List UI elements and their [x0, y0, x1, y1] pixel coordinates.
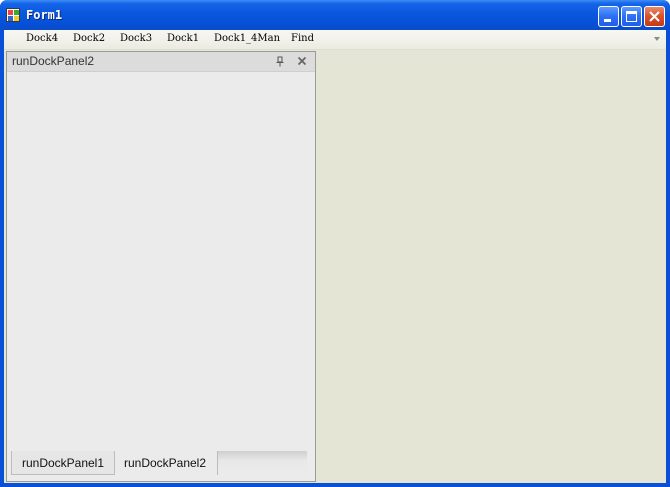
dock-panel-title: runDockPanel2	[12, 54, 95, 68]
client-area: Dock4 Dock2 Dock3 Dock1 Dock1_4Man Find …	[4, 30, 666, 483]
menu-bar: Dock4 Dock2 Dock3 Dock1 Dock1_4Man Find	[4, 30, 666, 50]
menu-overflow-icon[interactable]	[654, 37, 660, 41]
maximize-icon	[626, 11, 637, 22]
main-window: Form1 Dock4 Dock2 Dock3 Dock1 Dock1_4Man…	[0, 0, 670, 487]
tab-rundockpanel1[interactable]: runDockPanel1	[11, 451, 115, 475]
window-title: Form1	[26, 8, 63, 22]
minimize-icon	[604, 19, 611, 22]
dock-tab-strip: runDockPanel1 runDockPanel2	[7, 450, 315, 481]
tab-strip-filler	[217, 451, 307, 475]
dock-panel-header[interactable]: runDockPanel2	[7, 52, 315, 72]
pin-icon[interactable]	[275, 56, 285, 67]
menu-item-dock1[interactable]: Dock1	[167, 33, 199, 44]
tab-rundockpanel2[interactable]: runDockPanel2	[115, 451, 215, 475]
minimize-button[interactable]	[598, 6, 619, 27]
maximize-button[interactable]	[621, 6, 642, 27]
menu-item-dock3[interactable]: Dock3	[120, 33, 152, 44]
close-button[interactable]	[644, 6, 665, 27]
menu-item-dock2[interactable]: Dock2	[73, 33, 105, 44]
menu-item-find[interactable]: Find	[291, 33, 314, 44]
panel-close-icon[interactable]	[297, 56, 307, 66]
close-icon	[649, 11, 660, 22]
title-bar[interactable]: Form1	[0, 0, 670, 30]
dock-panel: runDockPanel2 runDockPanel1 runDockPanel…	[6, 51, 316, 482]
menu-item-dock4[interactable]: Dock4	[26, 33, 58, 44]
menu-item-dock1-4man[interactable]: Dock1_4Man	[214, 33, 280, 44]
app-icon[interactable]	[6, 8, 20, 22]
